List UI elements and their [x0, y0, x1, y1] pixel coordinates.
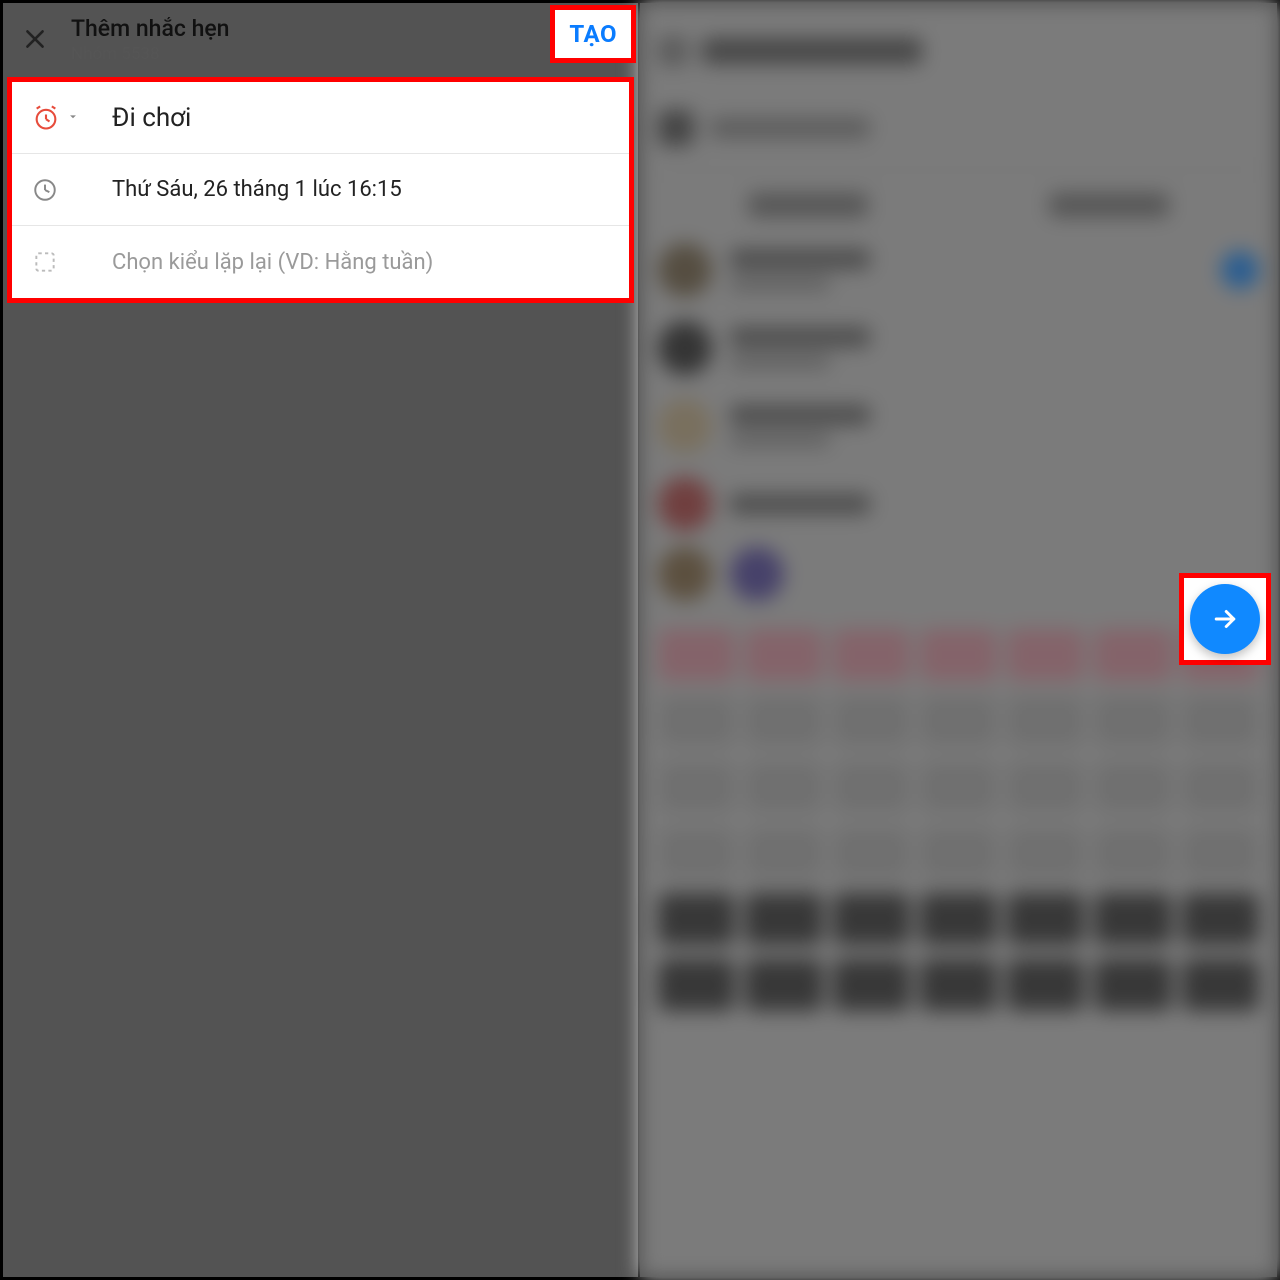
- reminder-datetime-label: Thứ Sáu, 26 tháng 1 lúc 16:15: [112, 177, 609, 202]
- next-fab-button[interactable]: [1190, 584, 1260, 654]
- fab-highlight: [1179, 573, 1271, 665]
- reminder-create-panel: Thêm nhắc hẹn Nhóm 5538 TẠO: [3, 3, 640, 1277]
- reminder-datetime-row[interactable]: Thứ Sáu, 26 tháng 1 lúc 16:15: [12, 154, 629, 226]
- close-button[interactable]: [15, 19, 55, 59]
- reminder-repeat-row[interactable]: Chọn kiểu lặp lại (VD: Hằng tuần): [12, 226, 629, 298]
- create-button-highlight: TẠO: [550, 5, 636, 63]
- arrow-right-icon: [1210, 604, 1240, 634]
- create-button[interactable]: TẠO: [569, 20, 617, 48]
- close-icon: [22, 26, 48, 52]
- reminder-form-highlight: Đi chơi Thứ Sáu, 26 tháng 1 lúc 16:15: [7, 77, 634, 303]
- chevron-down-icon: [66, 108, 80, 127]
- contact-picker-panel: [640, 3, 1277, 1277]
- clock-icon: [32, 177, 76, 203]
- reminder-title-row[interactable]: Đi chơi: [12, 82, 629, 154]
- reminder-repeat-placeholder: Chọn kiểu lặp lại (VD: Hằng tuần): [112, 250, 609, 275]
- reminder-title-input[interactable]: Đi chơi: [112, 103, 609, 133]
- header-title: Thêm nhắc hẹn: [71, 15, 626, 42]
- alarm-icon: [32, 104, 76, 132]
- repeat-icon: [32, 249, 76, 275]
- header-subtitle: Nhóm 5538: [71, 44, 626, 64]
- reminder-header: Thêm nhắc hẹn Nhóm 5538: [3, 3, 638, 75]
